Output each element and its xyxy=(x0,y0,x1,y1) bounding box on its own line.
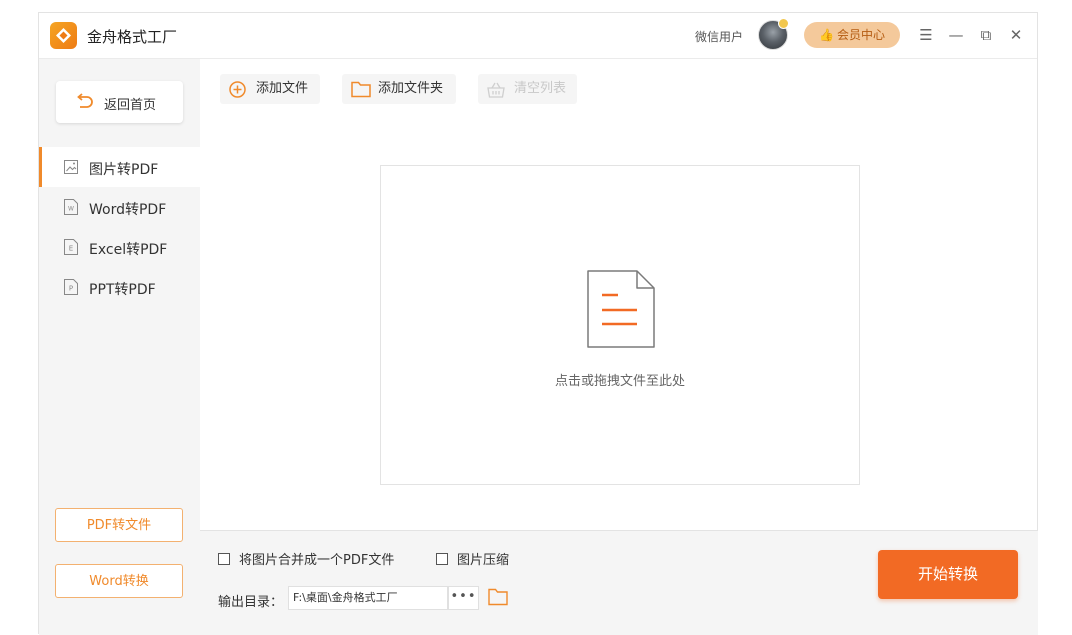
vip-center-label: 会员中心 xyxy=(836,28,885,42)
sidebar-item-label: Word转PDF xyxy=(89,202,167,218)
clear-list-label: 清空列表 xyxy=(514,81,567,96)
folder-icon xyxy=(351,81,371,98)
app-window: 金舟格式工厂 微信用户 👍 会员中心 ☰ — ⧉ ✕ 返回首页 图片转PDF W… xyxy=(38,12,1038,635)
word-file-icon: W xyxy=(64,199,78,215)
sidebar-item-word-to-pdf[interactable]: W Word转PDF xyxy=(39,187,200,227)
add-folder-label: 添加文件夹 xyxy=(378,81,444,96)
add-file-label: 添加文件 xyxy=(256,81,309,96)
start-convert-button[interactable]: 开始转换 xyxy=(878,550,1018,599)
compress-image-label: 图片压缩 xyxy=(457,553,510,568)
title-bar: 金舟格式工厂 微信用户 👍 会员中心 ☰ — ⧉ ✕ xyxy=(39,13,1037,59)
close-icon[interactable]: ✕ xyxy=(1006,23,1026,47)
menu-icon[interactable]: ☰ xyxy=(916,23,936,47)
checkbox-box xyxy=(436,553,448,565)
sidebar-item-ppt-to-pdf[interactable]: P PPT转PDF xyxy=(39,267,200,307)
word-convert-button[interactable]: Word转换 xyxy=(55,564,183,598)
sidebar-item-label: Excel转PDF xyxy=(89,242,168,258)
app-logo-icon xyxy=(50,22,77,49)
excel-file-icon: E xyxy=(64,239,78,255)
bottom-bar: 将图片合并成一个PDF文件 图片压缩 输出目录： F:\桌面\金舟格式工厂 ••… xyxy=(200,530,1038,635)
svg-text:P: P xyxy=(69,285,73,293)
pdf-to-file-button[interactable]: PDF转文件 xyxy=(55,508,183,542)
open-folder-icon[interactable] xyxy=(488,588,508,606)
checkbox-box xyxy=(218,553,230,565)
output-path-field[interactable]: F:\桌面\金舟格式工厂 xyxy=(288,586,448,610)
sidebar-item-excel-to-pdf[interactable]: E Excel转PDF xyxy=(39,227,200,267)
svg-text:E: E xyxy=(69,245,73,253)
merge-pdf-label: 将图片合并成一个PDF文件 xyxy=(239,553,395,568)
thumbs-up-icon: 👍 xyxy=(819,28,834,42)
drop-zone-hint: 点击或拖拽文件至此处 xyxy=(554,374,685,389)
sidebar-item-image-to-pdf[interactable]: 图片转PDF xyxy=(39,147,200,187)
sidebar-item-label: 图片转PDF xyxy=(89,162,159,178)
user-name[interactable]: 微信用户 xyxy=(695,28,743,45)
back-home-label: 返回首页 xyxy=(104,98,157,113)
app-title: 金舟格式工厂 xyxy=(87,28,178,46)
image-file-icon xyxy=(64,160,78,174)
sidebar: 返回首页 图片转PDF W Word转PDF E Excel转PDF P PPT… xyxy=(39,59,200,635)
minimize-icon[interactable]: — xyxy=(946,23,966,47)
file-drop-zone[interactable]: 点击或拖拽文件至此处 xyxy=(380,165,860,485)
document-icon xyxy=(587,270,655,348)
vip-center-button[interactable]: 👍 会员中心 xyxy=(804,22,900,48)
add-file-button[interactable]: 添加文件 xyxy=(220,74,320,104)
ppt-file-icon: P xyxy=(64,279,78,295)
output-dir-label: 输出目录： xyxy=(218,595,284,610)
undo-arrow-icon xyxy=(77,93,93,108)
avatar[interactable] xyxy=(758,18,789,50)
plus-circle-icon xyxy=(229,81,246,98)
back-home-button[interactable]: 返回首页 xyxy=(56,81,183,123)
restore-icon[interactable]: ⧉ xyxy=(976,23,996,47)
merge-pdf-checkbox[interactable]: 将图片合并成一个PDF文件 xyxy=(218,549,394,568)
compress-image-checkbox[interactable]: 图片压缩 xyxy=(436,549,509,568)
add-folder-button[interactable]: 添加文件夹 xyxy=(342,74,456,104)
basket-icon xyxy=(487,82,505,98)
browse-button[interactable]: ••• xyxy=(448,586,479,610)
sidebar-item-label: PPT转PDF xyxy=(89,282,156,298)
clear-list-button[interactable]: 清空列表 xyxy=(478,74,577,104)
svg-text:W: W xyxy=(68,206,74,213)
